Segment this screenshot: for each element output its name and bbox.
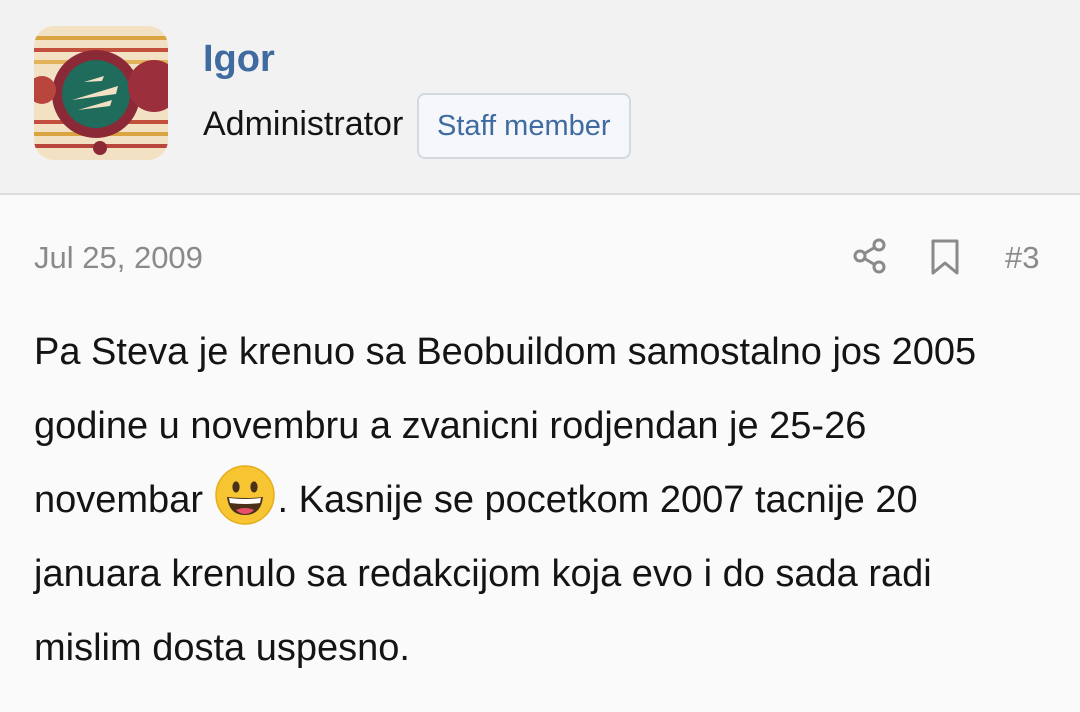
share-icon[interactable] [852,238,888,274]
forum-post: Igor Administrator Staff member Jul 25, … [0,0,1080,712]
grinning-face-emoji-icon [214,464,276,526]
post-body: Pa Steva je krenuo sa Beobuildom samosta… [34,315,1034,685]
post-number[interactable]: #3 [1005,236,1039,280]
staff-badge: Staff member [417,93,631,159]
post-user-header: Igor Administrator Staff member [0,0,1080,195]
user-title: Administrator [203,105,404,143]
username[interactable]: Igor [203,36,275,82]
user-avatar[interactable] [34,26,168,160]
bookmark-icon[interactable] [929,238,961,276]
post-date[interactable]: Jul 25, 2009 [34,236,203,280]
